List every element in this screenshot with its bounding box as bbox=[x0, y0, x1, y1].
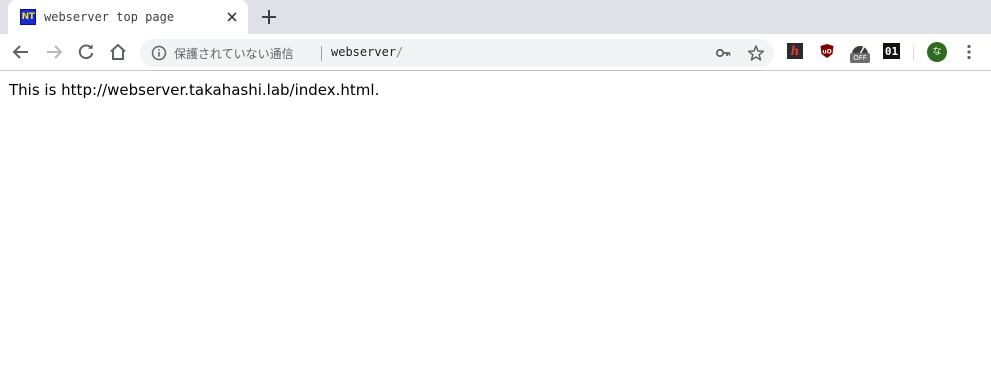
kebab-menu-icon[interactable] bbox=[961, 43, 977, 61]
toolbar-divider bbox=[913, 45, 914, 61]
binary-01-extension-icon[interactable]: 01 bbox=[883, 43, 900, 59]
security-status-text[interactable]: 保護されていない通信 bbox=[174, 45, 294, 62]
close-icon[interactable] bbox=[224, 9, 240, 25]
ublock-label: uO bbox=[822, 49, 831, 56]
url-text[interactable]: webserver/ bbox=[331, 45, 403, 59]
extension-h-label: h bbox=[790, 44, 800, 58]
tab-strip: NT webserver top page bbox=[0, 0, 991, 34]
home-icon[interactable] bbox=[108, 42, 128, 62]
new-tab-plus-icon[interactable] bbox=[259, 7, 279, 27]
url-path: / bbox=[396, 45, 404, 59]
page-content: This is http://webserver.takahashi.lab/i… bbox=[0, 72, 991, 371]
address-bar[interactable]: 保護されていない通信 webserver/ bbox=[140, 39, 774, 67]
ublock-shield-icon[interactable]: uO bbox=[819, 43, 835, 59]
speed-gauge-extension-icon[interactable]: OFF bbox=[850, 41, 870, 65]
binary-label: 01 bbox=[884, 44, 899, 58]
reload-icon[interactable] bbox=[76, 42, 96, 62]
favicon-text: NT bbox=[21, 11, 35, 22]
page-body-text: This is http://webserver.takahashi.lab/i… bbox=[9, 81, 380, 99]
profile-avatar[interactable]: な bbox=[927, 42, 947, 62]
gauge-off-badge: OFF bbox=[850, 53, 870, 63]
tab-title: webserver top page bbox=[44, 10, 175, 24]
info-icon[interactable] bbox=[151, 45, 167, 61]
browser-tab[interactable]: NT webserver top page bbox=[8, 0, 248, 34]
site-favicon-icon: NT bbox=[20, 9, 36, 25]
star-icon[interactable] bbox=[747, 44, 765, 62]
key-icon[interactable] bbox=[715, 45, 731, 61]
url-separator bbox=[321, 46, 322, 61]
url-host: webserver bbox=[331, 45, 397, 59]
browser-toolbar: 保護されていない通信 webserver/ h uO OFF 01 な bbox=[0, 34, 991, 71]
forward-arrow-icon[interactable] bbox=[44, 42, 64, 62]
extension-h-icon[interactable]: h bbox=[787, 43, 803, 59]
back-arrow-icon[interactable] bbox=[11, 42, 31, 62]
